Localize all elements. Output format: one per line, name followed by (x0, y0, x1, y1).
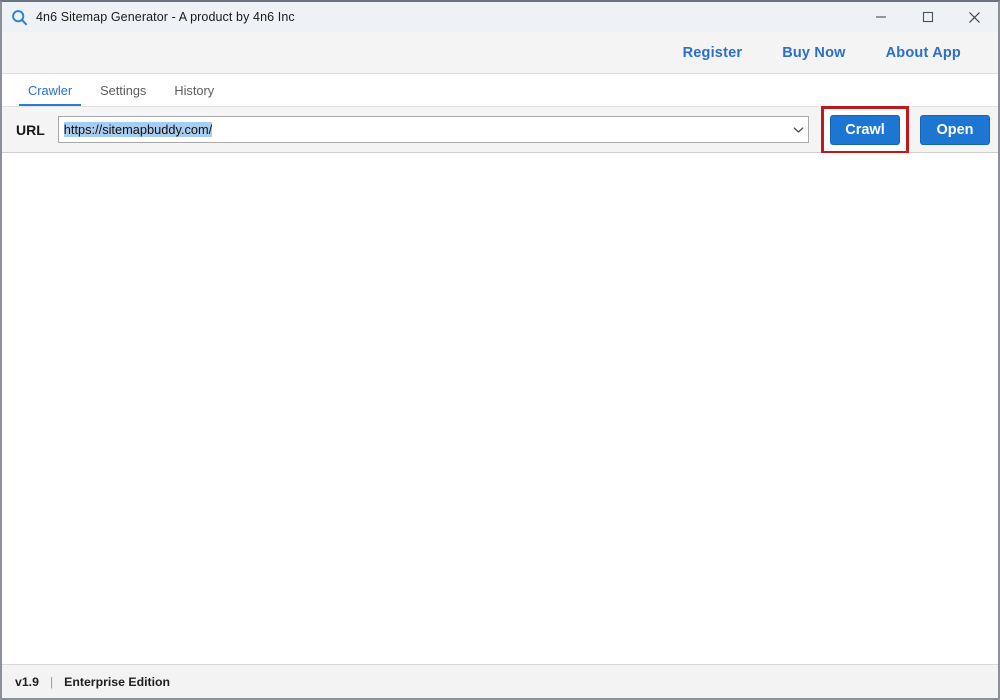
tab-history-label: History (174, 82, 215, 98)
tab-crawler-label: Crawler (28, 82, 73, 98)
title-bar-left-group: 4n6 Sitemap Generator - A product by 4n6… (2, 9, 295, 26)
crawl-button[interactable]: Crawl (830, 114, 900, 145)
window-controls (857, 2, 998, 32)
window-title: 4n6 Sitemap Generator - A product by 4n6… (36, 10, 295, 24)
close-icon[interactable] (951, 2, 998, 32)
maximize-icon[interactable] (904, 2, 951, 32)
application-window: 4n6 Sitemap Generator - A product by 4n6… (0, 0, 1000, 700)
magnifier-icon (11, 9, 28, 26)
title-bar: 4n6 Sitemap Generator - A product by 4n6… (2, 2, 998, 32)
status-bar: v1.9 | Enterprise Edition (2, 664, 998, 698)
tab-history[interactable]: History (160, 74, 228, 106)
register-link[interactable]: Register (663, 45, 763, 61)
tab-crawler[interactable]: Crawler (14, 74, 86, 106)
crawl-button-highlight: Crawl (821, 105, 909, 154)
url-combobox[interactable] (57, 116, 809, 143)
url-bar: URL Crawl Open (2, 105, 998, 154)
open-button[interactable]: Open (920, 114, 990, 145)
buy-now-link[interactable]: Buy Now (762, 45, 865, 61)
top-link-toolbar: Register Buy Now About App (2, 32, 998, 74)
url-input[interactable] (58, 117, 788, 142)
url-label: URL (16, 121, 45, 138)
tab-settings-label: Settings (100, 82, 147, 98)
tab-settings[interactable]: Settings (86, 74, 160, 106)
minimize-icon[interactable] (857, 2, 904, 32)
tab-strip: Crawler Settings History (2, 74, 998, 107)
version-label: v1.9 (15, 674, 39, 689)
status-separator: | (49, 674, 54, 689)
chevron-down-icon[interactable] (788, 117, 808, 142)
crawl-results-area (2, 153, 998, 664)
about-app-link[interactable]: About App (866, 45, 981, 61)
edition-label: Enterprise Edition (64, 674, 171, 689)
